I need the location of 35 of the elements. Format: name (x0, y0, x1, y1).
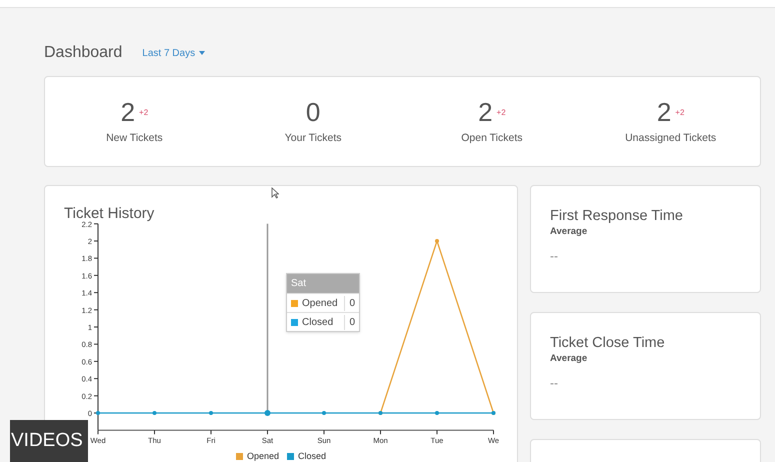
stat-value: 2 (120, 96, 136, 127)
data-point (435, 239, 439, 243)
legend-label: Closed (298, 450, 326, 462)
stat-label: Unassigned Tickets (625, 130, 716, 146)
card-title: Ticket Close Time (550, 334, 666, 352)
caret-icon (199, 51, 206, 55)
stat-label: Your Tickets (284, 130, 342, 146)
metric-value: -- (550, 375, 559, 392)
tooltip-label: Opened (302, 296, 339, 310)
page-title: Dashboard (44, 43, 122, 63)
data-point (96, 411, 100, 415)
data-point (435, 411, 439, 415)
tooltip-title: Sat (287, 274, 359, 293)
stat-delta: +2 (675, 106, 684, 119)
stat-value: 2 (656, 96, 672, 127)
metric-value: -- (550, 248, 559, 266)
stat-label: New Tickets (106, 130, 163, 146)
data-point (322, 411, 326, 415)
stat-delta: +2 (496, 106, 506, 119)
data-point (152, 411, 156, 415)
tooltip-label: Closed (302, 316, 334, 330)
stat-label: Open Tickets (461, 130, 523, 146)
tooltip-value: 0 (344, 314, 359, 330)
data-point (209, 411, 213, 415)
card-subtitle: Average (550, 225, 588, 239)
stat-value: 2 (478, 96, 493, 127)
card-title: First Response Time (550, 207, 684, 225)
tooltip-value: 0 (344, 296, 359, 310)
card-title: Ticket History (64, 206, 154, 222)
card-subtitle: Average (550, 352, 588, 366)
stat-value: 0 (306, 96, 320, 127)
stat-delta: +2 (139, 106, 148, 119)
legend-label: Opened (247, 450, 280, 462)
videos-button[interactable]: VIDEOS (10, 420, 88, 462)
data-point (264, 410, 270, 416)
